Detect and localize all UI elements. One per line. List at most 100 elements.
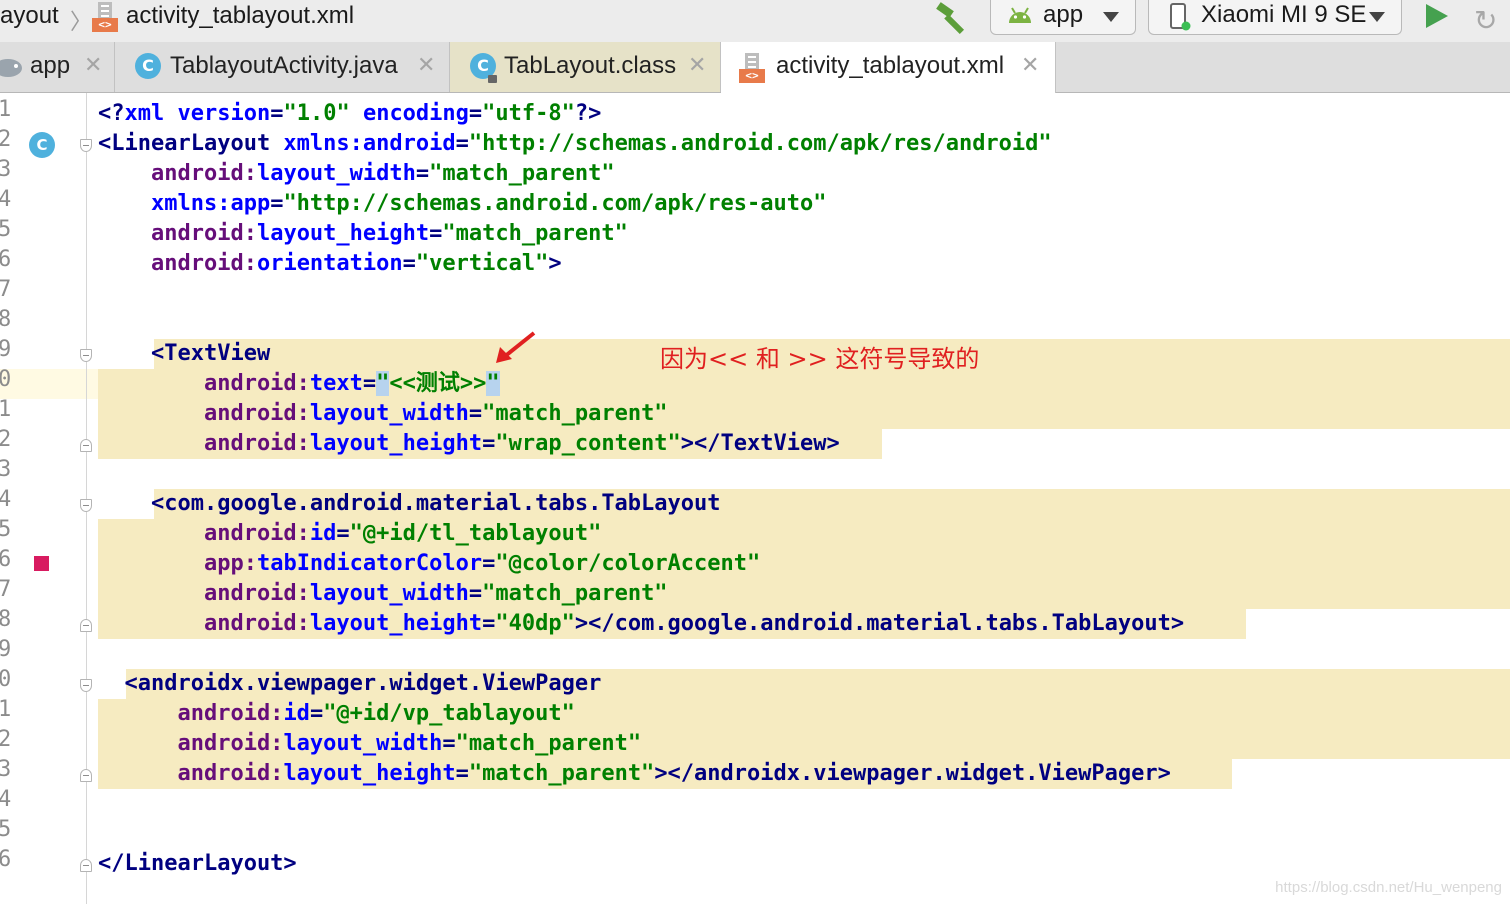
build-hammer-icon[interactable] xyxy=(934,2,970,34)
code-line-23: android:layout_height="match_parent"></a… xyxy=(98,759,1170,789)
code-line-12: android:layout_height="wrap_content"></T… xyxy=(98,429,840,459)
color-preview-swatch-icon[interactable] xyxy=(34,556,49,571)
tab-tablayout-class[interactable]: C TabLayout.class ✕ xyxy=(450,42,721,92)
tab-tablayoutactivity-java[interactable]: C TablayoutActivity.java ✕ xyxy=(115,42,450,92)
code-token: "match_parent" xyxy=(468,761,655,786)
line-number: 5 xyxy=(0,517,12,542)
tab-activity-tablayout-xml[interactable]: <> activity_tablayout.xml ✕ xyxy=(721,42,1056,93)
code-token: <TextView xyxy=(98,341,271,366)
line-number: 5 xyxy=(0,217,12,242)
code-token: "@+id/vp_tablayout" xyxy=(323,701,575,726)
code-token: version xyxy=(164,101,271,126)
code-token: "utf-8" xyxy=(482,101,575,126)
fold-open-icon[interactable] xyxy=(80,349,92,362)
code-token: "http://schemas.android.com/apk/res-auto… xyxy=(283,191,827,216)
code-token: <com.google.android.material.tabs.TabLay… xyxy=(98,491,721,516)
code-token: id xyxy=(283,701,310,726)
close-icon[interactable]: ✕ xyxy=(84,52,102,78)
fold-open-icon[interactable] xyxy=(80,679,92,692)
code-token: android: xyxy=(98,221,257,246)
code-token: = xyxy=(468,581,483,606)
fold-close-icon[interactable] xyxy=(80,769,92,782)
code-token: android: xyxy=(98,761,284,786)
code-token: = xyxy=(402,251,416,276)
code-token: "match_parent" xyxy=(429,161,615,186)
code-token: layout_width xyxy=(309,581,469,606)
code-token: = xyxy=(482,611,496,636)
code-token: android: xyxy=(98,581,310,606)
line-number-gutter[interactable]: 1 2 3 4 5 6 7 8 9 0 1 2 3 4 5 6 7 8 9 0 … xyxy=(0,93,92,904)
fold-close-icon[interactable] xyxy=(80,439,92,452)
run-config-select[interactable]: app xyxy=(990,0,1136,35)
code-token: "match_parent" xyxy=(455,731,642,756)
code-token: = xyxy=(468,401,483,426)
annotation-arrow-icon xyxy=(496,331,536,363)
fold-close-icon[interactable] xyxy=(80,859,92,872)
line-number: 4 xyxy=(0,187,12,212)
code-token: android: xyxy=(98,401,310,426)
line-number: 3 xyxy=(0,157,12,182)
lock-icon xyxy=(488,75,497,83)
device-select[interactable]: Xiaomi MI 9 SE xyxy=(1148,0,1402,35)
line-number: 2 xyxy=(0,727,12,752)
code-token: = xyxy=(270,191,284,216)
fold-open-icon[interactable] xyxy=(80,499,92,512)
close-icon[interactable]: ✕ xyxy=(688,52,706,78)
close-icon[interactable]: ✕ xyxy=(1021,52,1039,78)
android-icon xyxy=(1009,7,1031,23)
code-token: orientation xyxy=(256,251,403,276)
code-token: text xyxy=(309,371,363,396)
code-line-22: android:layout_width="match_parent" xyxy=(98,729,641,759)
line-number: 3 xyxy=(0,457,12,482)
tab-label: app xyxy=(30,52,71,79)
line-number: 2 xyxy=(0,127,12,152)
code-token: "match_parent" xyxy=(482,401,668,426)
code-token: android: xyxy=(98,251,257,276)
code-token: <? xyxy=(98,101,125,126)
code-token: <androidx.viewpager.widget.ViewPager xyxy=(98,671,602,696)
code-line-17: android:layout_width="match_parent" xyxy=(98,579,668,609)
fold-close-icon[interactable] xyxy=(80,619,92,632)
breadcrumb-module[interactable]: ayout xyxy=(0,2,59,30)
code-token: android: xyxy=(98,611,310,636)
chevron-down-icon xyxy=(1369,12,1385,22)
line-number: 6 xyxy=(0,247,12,272)
class-usage-icon[interactable]: C xyxy=(29,132,55,158)
code-line-9: <TextView xyxy=(98,339,270,369)
line-number: 1 xyxy=(0,97,12,122)
code-token: "vertical" xyxy=(415,251,549,276)
code-token: <LinearLayout xyxy=(98,131,271,156)
class-icon: C xyxy=(135,53,161,79)
tab-label: TablayoutActivity.java xyxy=(170,52,398,79)
fold-open-icon[interactable] xyxy=(80,139,92,152)
tab-app[interactable]: app ✕ xyxy=(0,42,115,92)
run-icon[interactable] xyxy=(1426,4,1448,28)
line-number: 4 xyxy=(0,787,12,812)
code-token: = xyxy=(455,761,469,786)
apply-changes-icon[interactable]: ↻ xyxy=(1474,4,1497,37)
code-token: tabIndicatorColor xyxy=(256,551,483,576)
code-token: > xyxy=(548,251,562,276)
code-editor[interactable]: 1 2 3 4 5 6 7 8 9 0 1 2 3 4 5 6 7 8 9 0 … xyxy=(0,93,1510,904)
line-number: 3 xyxy=(0,757,12,782)
code-token: " xyxy=(486,371,500,396)
code-line-2: <LinearLayout xmlns:android="http://sche… xyxy=(98,129,1052,159)
code-token: encoding xyxy=(349,101,469,126)
close-icon[interactable]: ✕ xyxy=(417,52,435,78)
code-token: xmlns:app xyxy=(98,191,271,216)
breadcrumb-file[interactable]: activity_tablayout.xml xyxy=(126,2,354,30)
run-config-label: app xyxy=(1043,1,1084,28)
code-token: ></TextView> xyxy=(680,431,840,456)
code-token: layout_height xyxy=(283,761,456,786)
chevron-down-icon xyxy=(1103,12,1119,22)
line-number: 9 xyxy=(0,337,12,362)
code-token: android: xyxy=(98,161,257,186)
watermark: https://blog.csdn.net/Hu_wenpeng xyxy=(1275,879,1502,896)
code-line-4: xmlns:app="http://schemas.android.com/ap… xyxy=(98,189,827,219)
code-line-14: <com.google.android.material.tabs.TabLay… xyxy=(98,489,721,519)
code-line-11: android:layout_width="match_parent" xyxy=(98,399,668,429)
tab-label: activity_tablayout.xml xyxy=(776,52,1005,79)
code-token: "@+id/tl_tablayout" xyxy=(349,521,602,546)
line-number: 8 xyxy=(0,607,12,632)
code-token: layout_height xyxy=(309,431,483,456)
